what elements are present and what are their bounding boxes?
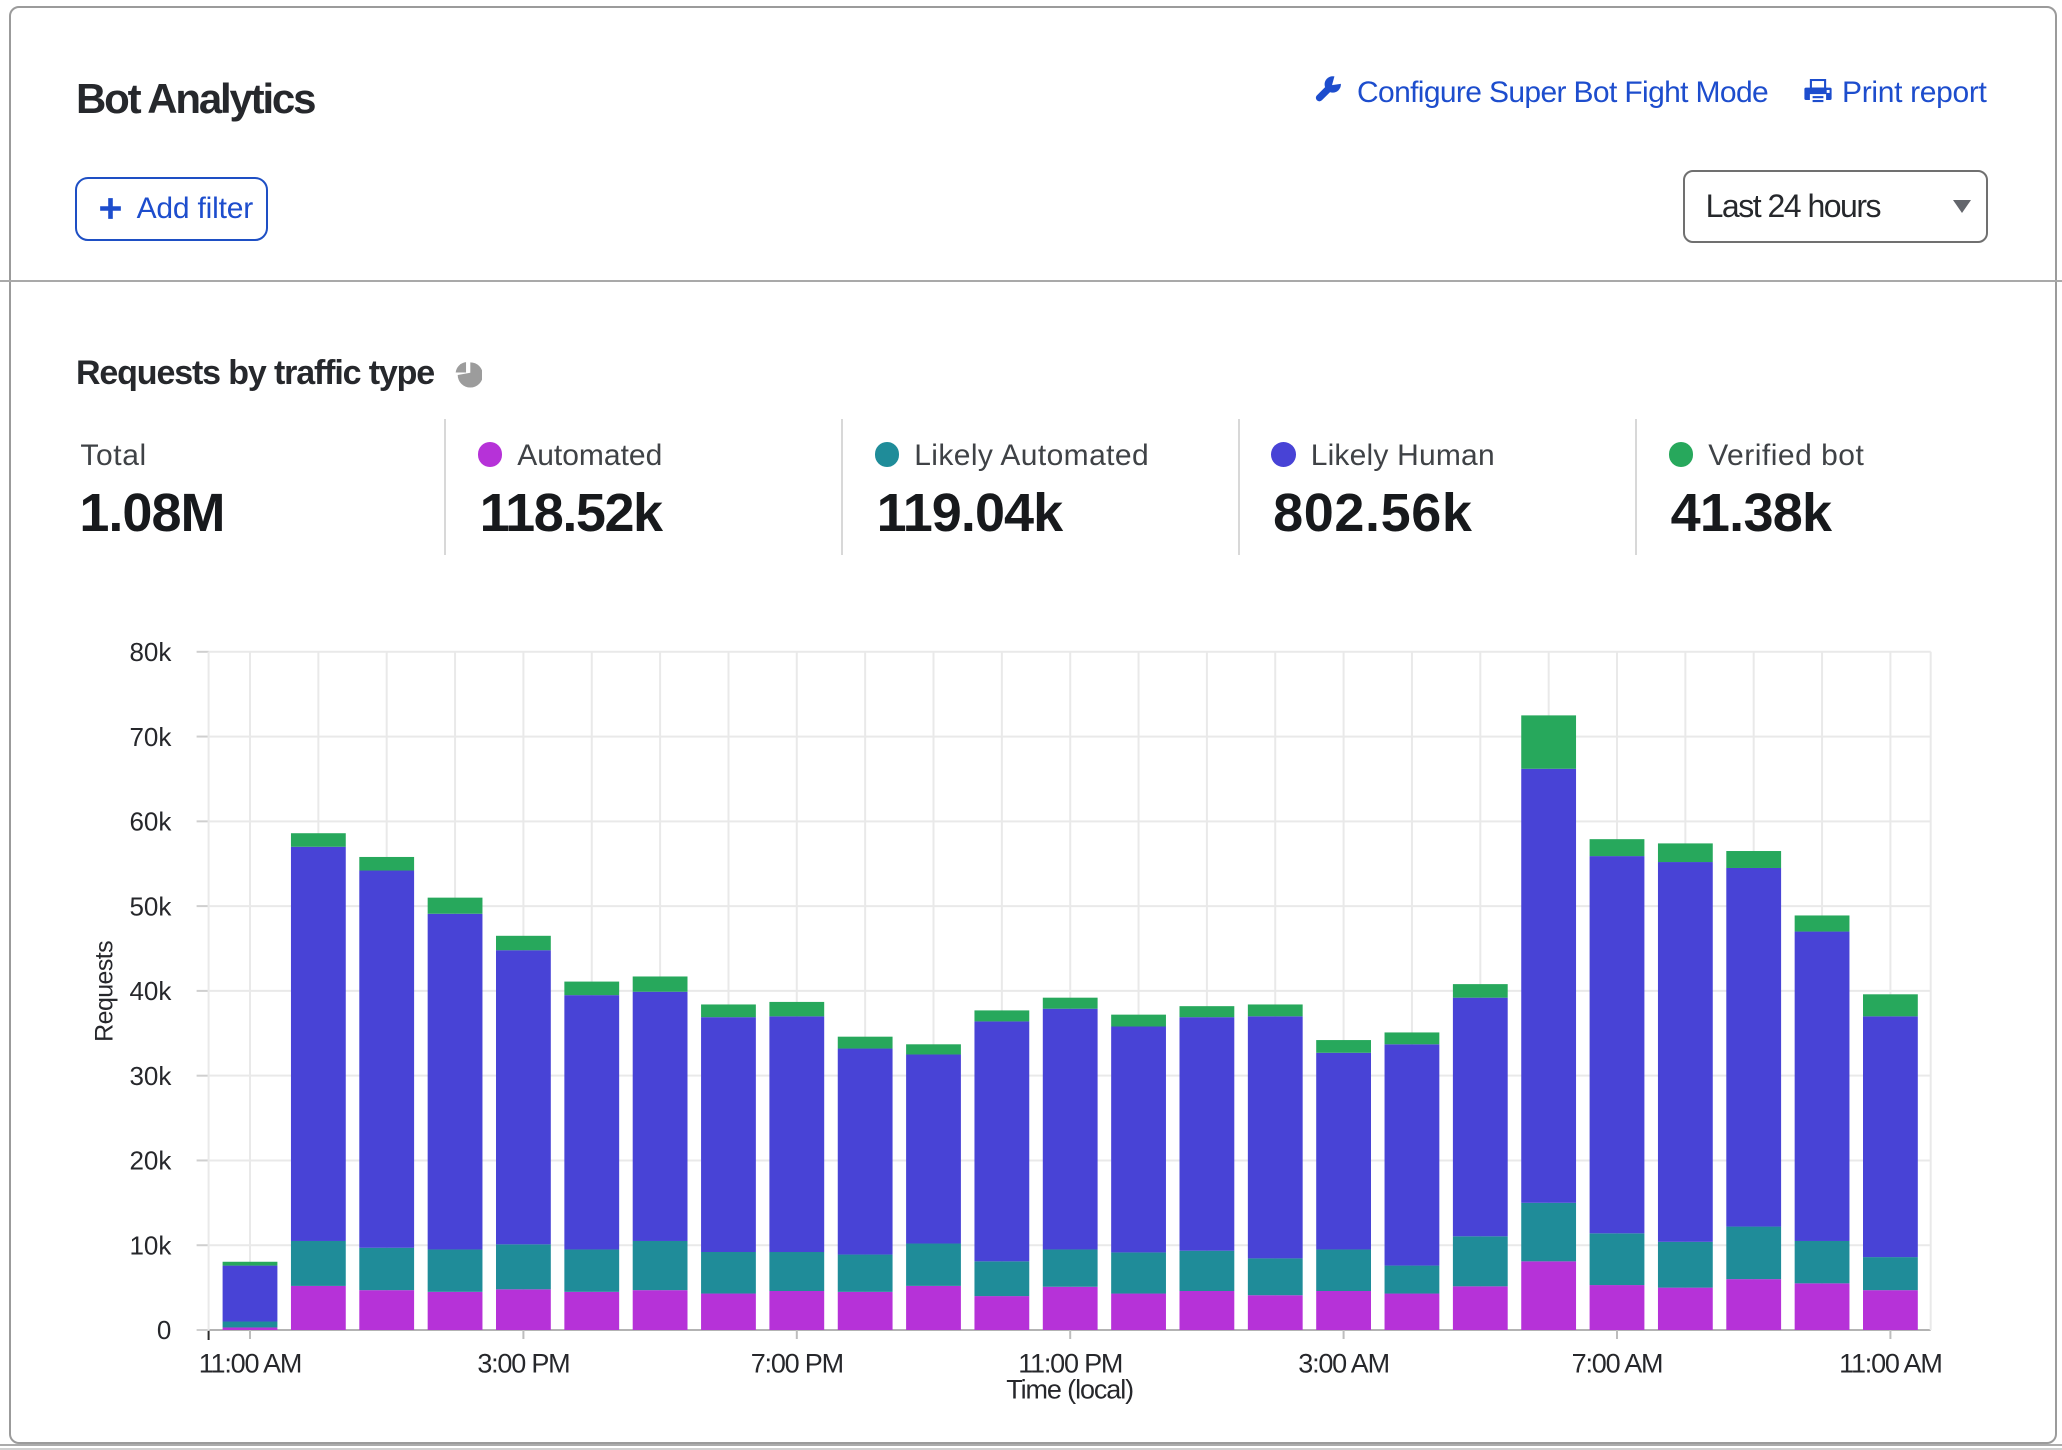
svg-text:7:00 PM: 7:00 PM xyxy=(751,1348,843,1378)
svg-text:50k: 50k xyxy=(129,891,172,921)
svg-text:3:00 AM: 3:00 AM xyxy=(1298,1348,1389,1378)
svg-text:10k: 10k xyxy=(129,1230,172,1260)
svg-text:11:00 AM: 11:00 AM xyxy=(1839,1348,1941,1378)
svg-text:80k: 80k xyxy=(129,637,172,667)
svg-text:40k: 40k xyxy=(129,976,172,1006)
svg-text:70k: 70k xyxy=(129,722,172,752)
svg-text:60k: 60k xyxy=(129,807,172,837)
svg-text:Time (local): Time (local) xyxy=(1006,1374,1133,1404)
svg-text:11:00 AM: 11:00 AM xyxy=(199,1348,301,1378)
svg-text:30k: 30k xyxy=(129,1061,172,1091)
svg-text:Requests: Requests xyxy=(90,941,118,1042)
svg-text:20k: 20k xyxy=(129,1146,172,1176)
svg-text:7:00 AM: 7:00 AM xyxy=(1572,1348,1663,1378)
svg-text:3:00 PM: 3:00 PM xyxy=(477,1348,569,1378)
svg-text:0: 0 xyxy=(157,1315,171,1345)
